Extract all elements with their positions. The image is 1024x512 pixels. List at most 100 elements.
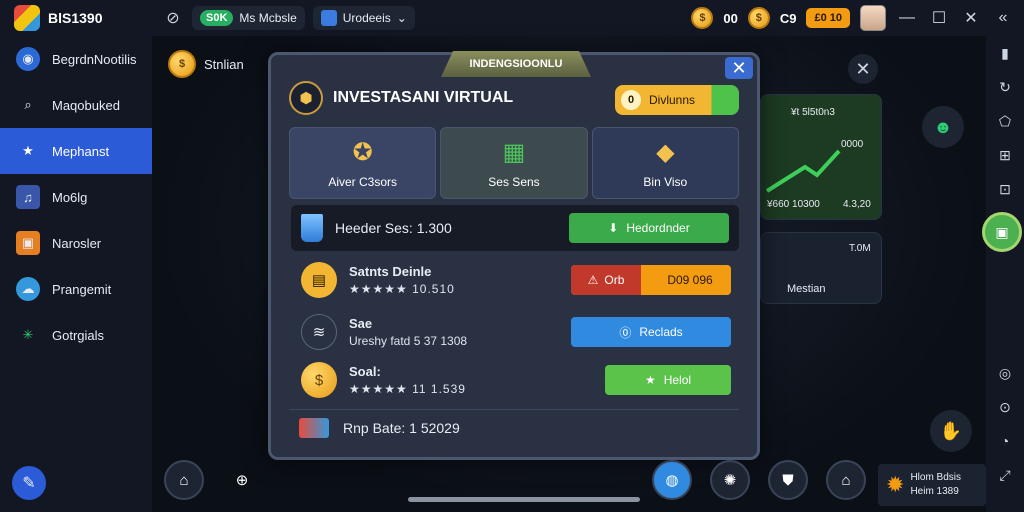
bg-card-value: ¥660 10300 — [767, 199, 820, 210]
category-tab-1[interactable]: ▦ Ses Sens — [440, 127, 588, 199]
screenshot-icon[interactable]: ⊞ — [986, 138, 1024, 172]
warning-label: Orb — [604, 273, 625, 287]
keyboard-icon[interactable]: ▮ — [986, 36, 1024, 70]
account-pill[interactable]: S0K Ms Mcbsle — [192, 6, 305, 30]
location-icon[interactable]: ⊙ — [986, 390, 1024, 424]
minimize-icon[interactable]: — — [896, 9, 918, 27]
modal-close-button[interactable]: ✕ — [725, 57, 753, 79]
sidebar-item-label: Narosler — [52, 235, 102, 251]
notif-line-1: Hlom Bdsis — [910, 472, 962, 483]
sidebar-item-2[interactable]: ★ Mephanst — [0, 128, 152, 174]
reload-button[interactable]: ⓪ Reclads — [571, 317, 731, 347]
star-icon: ★ — [644, 373, 656, 387]
category-tabs: ✪ Aiver C3sors ▦ Ses Sens ◆ Bin Viso — [289, 127, 739, 199]
top-right-controls: $ 00 $ C9 £0 10 — ☐ ✕ « — [691, 0, 1024, 36]
notif-line-2: Heim 1389 — [910, 486, 959, 497]
music-icon: ♫ — [16, 185, 40, 209]
scrollbar[interactable] — [408, 497, 640, 502]
category-label: Aiver C3sors — [328, 174, 397, 189]
shop-icon[interactable]: ⌂ — [826, 460, 866, 500]
chevron-down-icon: ⌄ — [396, 11, 407, 25]
brand[interactable]: BlS1390 — [0, 5, 152, 31]
record-icon[interactable]: ⊡ — [986, 172, 1024, 206]
camera-icon[interactable]: ⌂ — [164, 460, 204, 500]
footer-text: Rnp Bate: 1 52029 — [343, 419, 460, 436]
target-icon[interactable]: ◎ — [986, 356, 1024, 390]
header-action-button[interactable]: ⬇ Hedordnder — [569, 213, 729, 243]
close-icon[interactable]: ✕ — [960, 8, 982, 28]
sidebar: ◉ BegrdnNootilis ⌕ Maqobuked ★ Mephanst ♫ Mo… — [0, 36, 152, 512]
bottom-right-icons: ◍ ✺ ⛊ ⌂ — [652, 460, 866, 500]
category-tab-0[interactable]: ✪ Aiver C3sors — [289, 127, 437, 199]
header-text: Heeder Ses: 1.300 — [335, 220, 452, 236]
hand-icon[interactable]: ✋ — [930, 410, 972, 452]
button-label: Reclads — [639, 325, 683, 339]
coin-icon[interactable]: $ — [747, 7, 770, 29]
briefcase-icon: ▣ — [16, 231, 40, 255]
sidebar-item-6[interactable]: ✳ Gotrgials — [0, 312, 152, 358]
gold-pill[interactable]: £0 10 — [806, 8, 850, 28]
counter-1: 00 — [723, 10, 738, 26]
mascot-icon[interactable]: ☻ — [922, 106, 964, 148]
target-icon[interactable]: ✺ — [710, 460, 750, 500]
right-toolbar: ▮ ↻ ⬠ ⊞ ⊡ ◎ ⊙ ◔ ⤢ — [986, 36, 1024, 512]
volume-icon[interactable]: ◔ — [986, 424, 1024, 458]
rotate-icon[interactable]: ↻ — [986, 70, 1024, 104]
item-name: Satnts Deinle — [349, 264, 432, 279]
bg-card-label: T.0M — [849, 243, 871, 254]
sidebar-item-4[interactable]: ▣ Narosler — [0, 220, 152, 266]
coin-label: Stnlian — [204, 56, 244, 72]
game-coin[interactable]: $ Stnlian — [168, 50, 244, 78]
sidebar-item-5[interactable]: ☁ Prangemit — [0, 266, 152, 312]
app-logo-icon — [14, 5, 40, 31]
trend-arrow-icon — [765, 149, 841, 193]
box-icon: ▦ — [502, 138, 526, 166]
sidebar-item-label: Prangemit — [52, 281, 112, 297]
list-item: ≋ Sae Ureshy fatd 5 37 1308 ⓪ Reclads — [301, 309, 731, 355]
category-label: Bin Viso — [643, 174, 688, 189]
button-value: D09 096 — [667, 273, 713, 287]
button-label: Helol — [663, 373, 692, 387]
bg-card-value: 4.3,20 — [843, 199, 871, 210]
avatar[interactable] — [860, 5, 886, 31]
shuffle-icon: ✳ — [22, 327, 34, 342]
cloud-icon: ☁ — [16, 277, 40, 301]
armor-icon[interactable]: ⛊ — [768, 460, 808, 500]
list-item: $ Soal: ★★★★★ 11 1.539 ★ Helol — [301, 357, 731, 403]
item-name: Sae — [349, 316, 373, 331]
cup-icon — [301, 214, 323, 242]
pin-icon[interactable]: ⊘ — [162, 7, 184, 29]
star-icon: ★ — [22, 143, 34, 158]
flag-icon — [299, 417, 329, 438]
coin-icon[interactable]: $ — [691, 7, 714, 29]
item-name: Soal: — [349, 364, 381, 379]
bg-card-label: ¥t 5l5t0n3 — [791, 107, 835, 118]
sidebar-item-1[interactable]: ⌕ Maqobuked — [0, 82, 152, 128]
sidebar-item-0[interactable]: ◉ BegrdnNootilis — [0, 36, 152, 82]
active-tool-icon[interactable]: ▣ — [982, 212, 1022, 252]
shape-icon[interactable]: ⬠ — [986, 104, 1024, 138]
instance-label: Urodeeis — [342, 11, 391, 25]
shield-icon[interactable]: ◍ — [652, 460, 692, 500]
sidebar-item-label: Mo6lg — [52, 189, 88, 205]
modal-footer: Rnp Bate: 1 52029 — [289, 409, 739, 445]
globe-icon: ◉ — [16, 47, 40, 71]
close-icon[interactable]: ✕ — [848, 54, 878, 84]
warning-button[interactable]: ⚠ Orb D09 096 — [571, 265, 731, 295]
account-name: Ms Mcbsle — [239, 11, 297, 25]
instance-dropdown[interactable]: Urodeeis ⌄ — [312, 6, 415, 30]
expand-icon[interactable]: ⤢ — [986, 458, 1024, 492]
expand-icon[interactable]: « — [992, 9, 1014, 27]
bomb-icon[interactable]: ⊕ — [222, 460, 262, 500]
maximize-icon[interactable]: ☐ — [928, 8, 950, 28]
settings-icon[interactable]: ✎ — [12, 466, 46, 500]
dividends-button[interactable]: 0 Divlunns — [615, 85, 739, 115]
coin-icon: 0 — [621, 90, 641, 110]
category-tab-2[interactable]: ◆ Bin Viso — [591, 127, 739, 199]
bottom-left-icons: ⌂ ⊕ — [164, 460, 262, 500]
sidebar-item-label: BegrdnNootilis — [52, 51, 137, 67]
hold-button[interactable]: ★ Helol — [605, 365, 731, 395]
sidebar-item-3[interactable]: ♫ Mo6lg — [0, 174, 152, 220]
notification-card[interactable]: ✹ Hlom Bdsis Heim 1389 — [878, 464, 986, 506]
package-icon: ◆ — [656, 138, 675, 166]
